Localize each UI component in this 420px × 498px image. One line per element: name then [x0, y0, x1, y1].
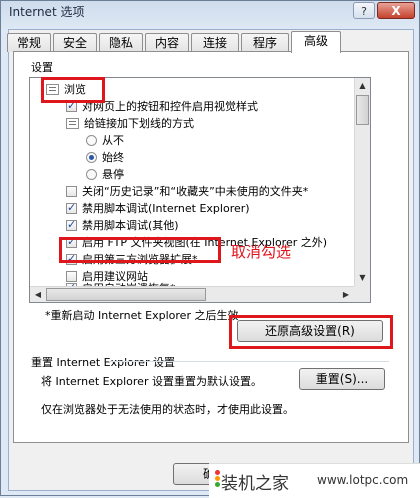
- internet-options-window: Internet 选项 ? X 常规 安全 隐私 内容 连接 程序 高级 设置 …: [0, 0, 420, 498]
- checkbox-unchecked[interactable]: [66, 186, 77, 197]
- tree-item-disable-script-debug-other[interactable]: 禁用脚本调试(其他): [66, 217, 179, 234]
- reset-button[interactable]: 重置(S)...: [299, 368, 385, 390]
- tree-item-label: 始终: [102, 151, 124, 164]
- restore-advanced-settings-button[interactable]: 还原高级设置(R): [237, 320, 383, 342]
- tree-item-hover[interactable]: 悬停: [86, 167, 124, 183]
- category-icon: [66, 118, 79, 129]
- tree-item-always[interactable]: 始终: [86, 150, 124, 166]
- radio-button[interactable]: [86, 169, 97, 180]
- scroll-thumb[interactable]: [356, 95, 369, 125]
- tab-programs[interactable]: 程序: [241, 33, 289, 52]
- scroll-corner: [354, 286, 370, 302]
- settings-tree[interactable]: 浏览 对网页上的按钮和控件启用视觉样式 给链接加下划线的方式 从不 始终 悬停 …: [29, 77, 371, 303]
- tab-security[interactable]: 安全: [53, 33, 97, 52]
- close-button[interactable]: X: [377, 2, 415, 19]
- scroll-down-arrow-icon[interactable]: ▼: [355, 270, 370, 286]
- checkbox-checked[interactable]: [66, 200, 77, 216]
- window-title: Internet 选项: [9, 5, 85, 19]
- radio-button-selected[interactable]: [86, 152, 97, 163]
- scroll-right-arrow-icon[interactable]: ▶: [338, 287, 354, 302]
- horizontal-scrollbar[interactable]: ◀ ▶: [30, 286, 354, 302]
- tab-advanced[interactable]: 高级: [291, 31, 341, 53]
- reset-description: 将 Internet Explorer 设置重置为默认设置。: [41, 375, 262, 388]
- watermark-brand: 装机之家: [221, 474, 289, 494]
- title-bar[interactable]: Internet 选项 ? X: [1, 1, 419, 23]
- tree-item-label: 关闭“历史记录”和“收藏夹”中未使用的文件夹*: [82, 185, 309, 198]
- tab-general[interactable]: 常规: [7, 33, 51, 52]
- highlight-browsing: [41, 77, 105, 103]
- scroll-left-arrow-icon[interactable]: ◀: [30, 287, 46, 302]
- radio-button[interactable]: [86, 135, 97, 146]
- help-button[interactable]: ?: [353, 2, 375, 19]
- highlight-third-party-extensions: [59, 237, 221, 263]
- tree-item-label: 禁用脚本调试(Internet Explorer): [82, 202, 250, 215]
- reset-heading: 重置 Internet Explorer 设置: [31, 356, 175, 369]
- tree-item-close-unused-folders[interactable]: 关闭“历史记录”和“收藏夹”中未使用的文件夹*: [66, 184, 308, 200]
- reset-note: 仅在浏览器处于无法使用的状态时，才使用此设置。: [41, 403, 294, 416]
- group-divider: [109, 361, 389, 362]
- tree-item-disable-script-debug-ie[interactable]: 禁用脚本调试(Internet Explorer): [66, 200, 250, 217]
- tree-item-label: 对网页上的按钮和控件启用视觉样式: [82, 100, 258, 113]
- scroll-up-arrow-icon[interactable]: ▲: [355, 78, 370, 94]
- tree-item-label: 悬停: [102, 168, 124, 181]
- tree-item-label: 给链接加下划线的方式: [84, 117, 194, 130]
- tree-item-never[interactable]: 从不: [86, 133, 124, 149]
- tree-item-label: 从不: [102, 134, 124, 147]
- tab-content[interactable]: 内容: [145, 33, 189, 52]
- tab-connections[interactable]: 连接: [191, 33, 239, 52]
- restart-note: *重新启动 Internet Explorer 之后生效: [45, 309, 239, 322]
- watermark: 装机之家 www.lotpc.com: [209, 463, 420, 498]
- watermark-url: www.lotpc.com: [317, 473, 409, 487]
- checkbox-checked[interactable]: [66, 217, 77, 233]
- settings-group-label: 设置: [31, 61, 53, 74]
- scroll-thumb[interactable]: [46, 288, 206, 301]
- tree-item-label: 禁用脚本调试(其他): [82, 219, 179, 232]
- tree-item-underline-links[interactable]: 给链接加下划线的方式: [66, 116, 194, 132]
- logo-icon: [215, 470, 220, 475]
- annotation-uncheck: 取消勾选: [231, 243, 292, 261]
- tab-privacy[interactable]: 隐私: [99, 33, 143, 52]
- vertical-scrollbar[interactable]: ▲ ▼: [354, 78, 370, 286]
